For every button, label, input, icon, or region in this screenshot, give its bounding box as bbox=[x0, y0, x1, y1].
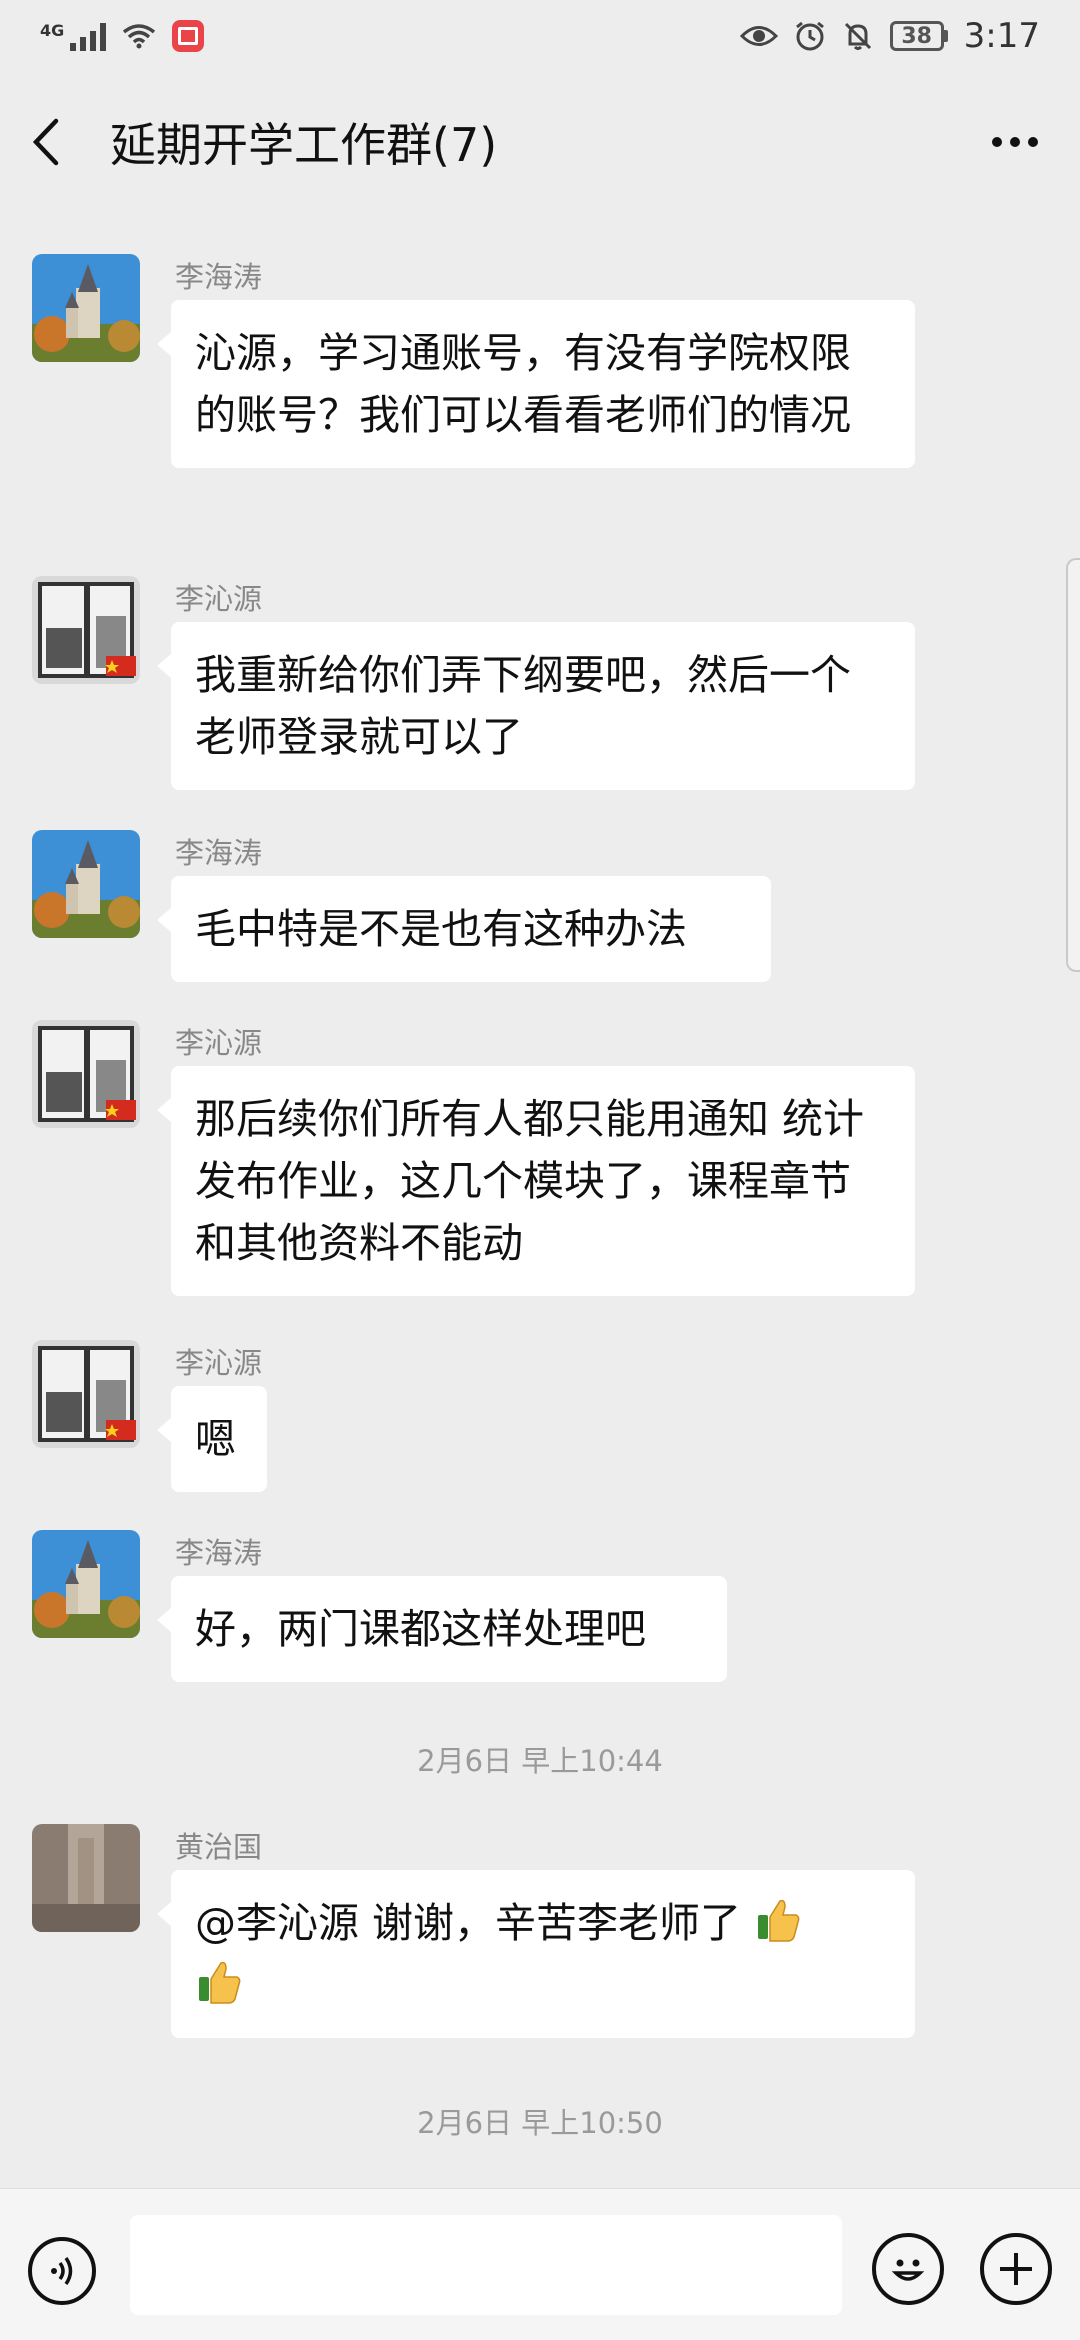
message-input[interactable] bbox=[130, 2215, 842, 2315]
clock: 3:17 bbox=[963, 16, 1040, 56]
plus-icon bbox=[1000, 2253, 1032, 2285]
window-avatar[interactable] bbox=[32, 1340, 140, 1448]
message-bubble[interactable]: 好，两门课都这样处理吧 bbox=[157, 1576, 727, 1682]
more-functions-button[interactable] bbox=[980, 2233, 1052, 2305]
message-bubble[interactable]: 毛中特是不是也有这种办法 bbox=[157, 876, 771, 982]
battery-level: 38 bbox=[889, 21, 944, 51]
page-title: 延期开学工作群(7) bbox=[110, 118, 498, 172]
sender-name: 李海涛 bbox=[175, 1536, 263, 1570]
battery-icon: 38 bbox=[889, 21, 948, 51]
status-bar: 4G 38 3:17 bbox=[0, 0, 1080, 72]
cell-signal-icon: 4G bbox=[40, 21, 107, 51]
window-avatar[interactable] bbox=[32, 1020, 140, 1128]
castle-avatar[interactable] bbox=[32, 1530, 140, 1638]
timestamp: 2月6日 早上10:44 bbox=[417, 1744, 663, 1778]
sender-name: 李海涛 bbox=[175, 836, 263, 870]
voice-input-button[interactable] bbox=[28, 2237, 96, 2305]
sender-name: 李海涛 bbox=[175, 260, 263, 294]
castle-avatar[interactable] bbox=[32, 830, 140, 938]
message-bubble[interactable]: 沁源，学习通账号，有没有学院权限的账号？我们可以看看老师们的情况 bbox=[157, 300, 915, 468]
wifi-icon bbox=[123, 24, 156, 49]
network-type: 4G bbox=[40, 21, 65, 40]
message-text: 嗯 bbox=[195, 1415, 236, 1463]
emoji-button[interactable] bbox=[872, 2233, 944, 2305]
message-text: 好，两门课都这样处理吧 bbox=[195, 1605, 646, 1653]
sender-name: 李沁源 bbox=[175, 1026, 263, 1060]
sender-name: 黄治国 bbox=[175, 1830, 263, 1864]
message-bubble[interactable]: 嗯 bbox=[157, 1386, 267, 1492]
more-options-icon[interactable] bbox=[980, 112, 1050, 172]
message-text: @李沁源 谢谢，辛苦李老师了 bbox=[195, 1899, 742, 1947]
castle-avatar[interactable] bbox=[32, 254, 140, 362]
voice-icon bbox=[51, 2257, 73, 2285]
sender-name: 李沁源 bbox=[175, 1346, 263, 1380]
message-text: 毛中特是不是也有这种办法 bbox=[195, 905, 687, 953]
eye-icon bbox=[739, 26, 778, 46]
alarm-icon bbox=[795, 21, 824, 51]
message-bubble[interactable]: 那后续你们所有人都只能用通知 统计 发布作业，这几个模块了，课程章节和其他资料不… bbox=[157, 1066, 915, 1296]
thumbs-up-emoji-icon bbox=[199, 1961, 241, 2004]
thumbs-up-emoji-icon bbox=[758, 1899, 800, 1942]
mute-bell-icon bbox=[844, 22, 871, 50]
notification-app-icon bbox=[172, 20, 205, 52]
status-right: 38 3:17 bbox=[739, 16, 1040, 56]
message-text: 那后续你们所有人都只能用通知 统计 发布作业，这几个模块了，课程章节和其他资料不… bbox=[195, 1095, 865, 1267]
timestamp: 2月6日 早上10:50 bbox=[417, 2106, 663, 2140]
message-text: 我重新给你们弄下纲要吧，然后一个老师登录就可以了 bbox=[195, 651, 851, 761]
message-bubble[interactable]: @李沁源 谢谢，辛苦李老师了 bbox=[157, 1870, 915, 2038]
status-left: 4G bbox=[40, 20, 205, 52]
back-icon[interactable] bbox=[30, 112, 80, 172]
sender-name: 李沁源 bbox=[175, 582, 263, 616]
message-text: 沁源，学习通账号，有没有学院权限的账号？我们可以看看老师们的情况 bbox=[195, 329, 851, 439]
window-avatar[interactable] bbox=[32, 576, 140, 684]
chat-header: 延期开学工作群(7) bbox=[0, 72, 1080, 212]
smiley-icon bbox=[891, 2259, 925, 2281]
scrollbar[interactable] bbox=[1066, 558, 1080, 972]
input-bar bbox=[0, 2188, 1080, 2340]
stone-avatar[interactable] bbox=[32, 1824, 140, 1932]
message-bubble[interactable]: 我重新给你们弄下纲要吧，然后一个老师登录就可以了 bbox=[157, 622, 915, 790]
